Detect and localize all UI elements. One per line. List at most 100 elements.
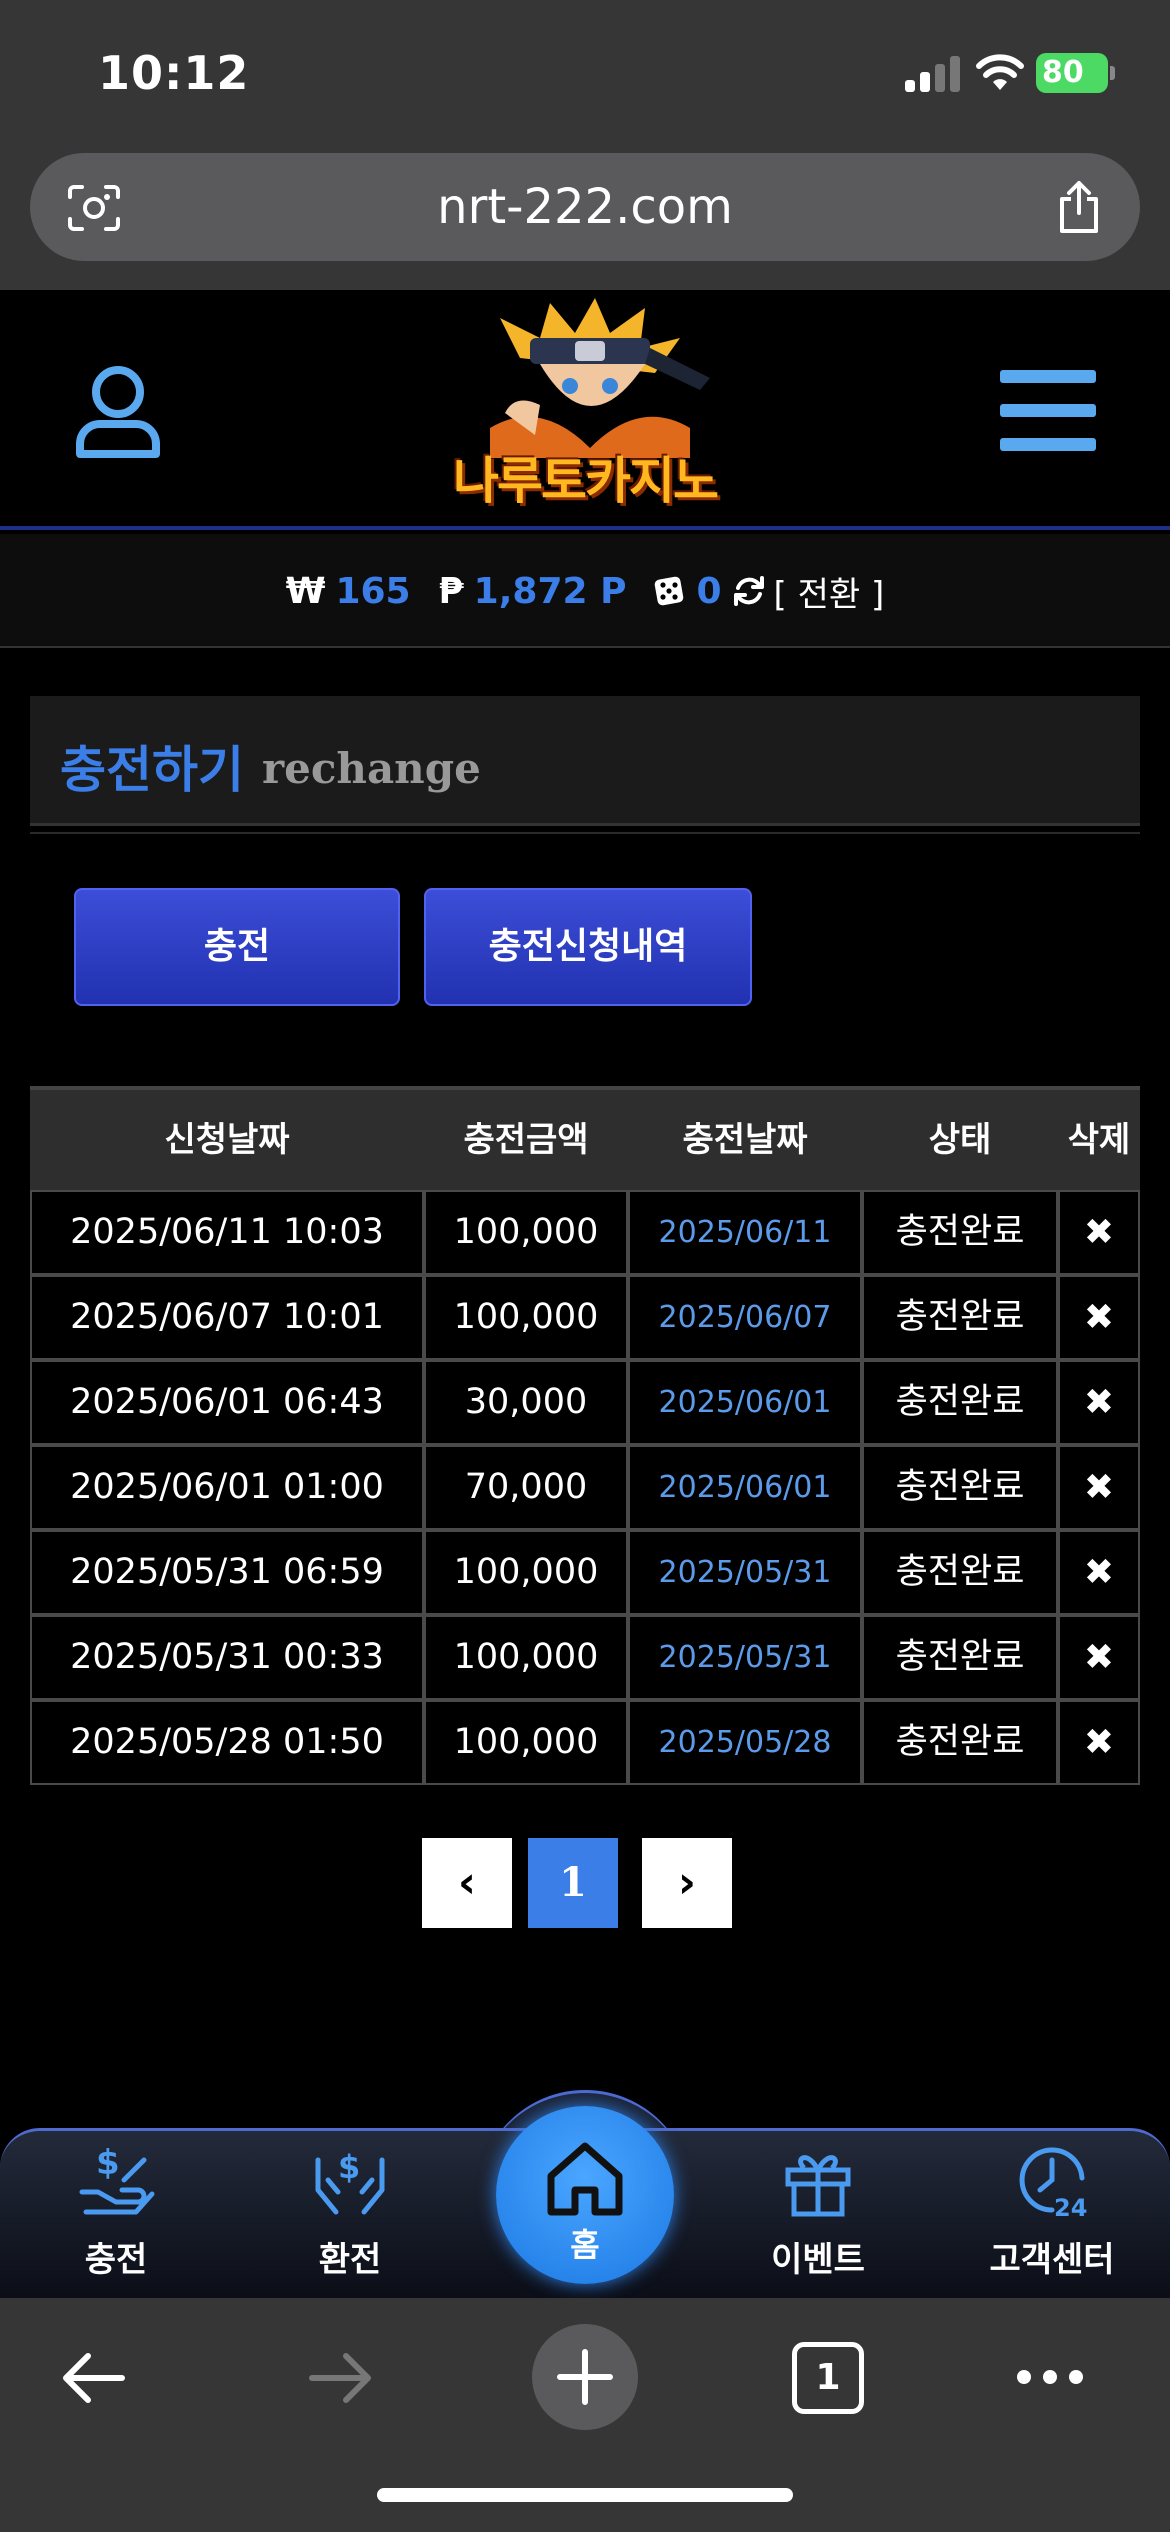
table-row: 2025/05/31 06:59 100,000 2025/05/31 충전완료… [30, 1530, 1140, 1615]
status-cell: 충전완료 [862, 1530, 1058, 1615]
page: 10:12 80 nrt-222.com 나루토카지노 ₩ 165 ₱ 1,87… [0, 0, 1170, 2532]
nav-charge[interactable]: $ 충전 [36, 2130, 196, 2300]
request-date-cell: 2025/06/07 10:01 [30, 1275, 424, 1360]
svg-text:$: $ [96, 2143, 120, 2183]
chip-balance: 0 [696, 570, 722, 612]
charge-date-cell: 2025/06/11 [628, 1190, 862, 1275]
charge-date-cell: 2025/05/31 [628, 1530, 862, 1615]
amount-cell: 100,000 [424, 1615, 628, 1700]
col-charge-date: 충전날짜 [682, 1120, 808, 1160]
cash-balance: 165 [335, 570, 411, 612]
delete-icon[interactable]: ✖ [1058, 1700, 1140, 1785]
delete-icon[interactable]: ✖ [1058, 1530, 1140, 1615]
prev-page-button[interactable]: ‹ [422, 1838, 512, 1928]
battery-level: 80 [1042, 55, 1084, 90]
request-date-cell: 2025/06/01 06:43 [30, 1360, 424, 1445]
page-subtitle: rechange [262, 744, 481, 793]
charge-date-cell: 2025/06/07 [628, 1275, 862, 1360]
charge-date-cell: 2025/05/31 [628, 1615, 862, 1700]
delete-icon[interactable]: ✖ [1058, 1445, 1140, 1530]
page-1-button[interactable]: 1 [528, 1838, 618, 1928]
nav-event-label: 이벤트 [771, 2240, 865, 2280]
charge-date-cell: 2025/05/28 [628, 1700, 862, 1785]
status-bar: 10:12 80 [0, 0, 1170, 145]
point-balance: 1,872 P [473, 570, 627, 612]
tabs-count-button[interactable]: 1 [792, 2342, 864, 2414]
nav-support-label: 고객센터 [989, 2240, 1115, 2280]
amount-cell: 100,000 [424, 1190, 628, 1275]
exchange-hands-icon: $ [315, 2148, 385, 2215]
charge-date-cell: 2025/06/01 [628, 1445, 862, 1530]
forward-arrow-icon[interactable] [302, 2340, 378, 2416]
more-icon[interactable] [1014, 2364, 1086, 2390]
site-logo[interactable]: 나루토카지노 [430, 298, 740, 523]
status-cell: 충전완료 [862, 1615, 1058, 1700]
col-amount: 충전금액 [463, 1120, 589, 1160]
col-delete: 삭제 [1067, 1120, 1131, 1160]
status-cell: 충전완료 [862, 1190, 1058, 1275]
url-text[interactable]: nrt-222.com [30, 153, 1140, 261]
col-request-date: 신청날짜 [164, 1120, 290, 1160]
amount-cell: 30,000 [424, 1360, 628, 1445]
won-icon: ₩ [285, 570, 326, 612]
request-date-cell: 2025/06/11 10:03 [30, 1190, 424, 1275]
hamburger-menu-icon[interactable] [1000, 370, 1096, 454]
table-row: 2025/06/11 10:03 100,000 2025/06/11 충전완료… [30, 1190, 1140, 1275]
wallet-bar: ₩ 165 ₱ 1,872 P 0 [ 전환 ] [0, 534, 1170, 648]
status-cell: 충전완료 [862, 1275, 1058, 1360]
amount-cell: 100,000 [424, 1275, 628, 1360]
charge-button[interactable]: 충전 [74, 888, 400, 1006]
url-bar[interactable]: nrt-222.com [30, 153, 1140, 261]
request-date-cell: 2025/05/31 06:59 [30, 1530, 424, 1615]
table-row: 2025/05/28 01:50 100,000 2025/05/28 충전완료… [30, 1700, 1140, 1785]
nav-support[interactable]: 24 고객센터 [972, 2130, 1132, 2300]
svg-text:24: 24 [1054, 2194, 1087, 2220]
status-cell: 충전완료 [862, 1445, 1058, 1530]
support-24h-icon: 24 [1019, 2147, 1087, 2222]
request-date-cell: 2025/05/31 00:33 [30, 1615, 424, 1700]
nav-charge-label: 충전 [84, 2240, 148, 2280]
user-icon[interactable] [68, 360, 168, 460]
logo-character-image [490, 298, 710, 458]
page-title: 충전하기 [60, 741, 244, 799]
nav-exchange-label: 환전 [318, 2240, 382, 2280]
pagination: ‹ 1 › [422, 1838, 732, 1928]
request-date-cell: 2025/05/28 01:50 [30, 1700, 424, 1785]
delete-icon[interactable]: ✖ [1058, 1190, 1140, 1275]
dice-icon [655, 576, 684, 606]
divider [30, 832, 1140, 834]
nav-home-label: 홈 [570, 2226, 600, 2264]
nav-home[interactable]: 홈 [496, 2106, 674, 2284]
amount-cell: 70,000 [424, 1445, 628, 1530]
table-row: 2025/05/31 00:33 100,000 2025/05/31 충전완료… [30, 1615, 1140, 1700]
table-row: 2025/06/01 01:00 70,000 2025/06/01 충전완료 … [30, 1445, 1140, 1530]
new-tab-plus-icon[interactable] [530, 2322, 640, 2432]
site-header: 나루토카지노 [0, 290, 1170, 530]
nav-exchange[interactable]: $ 환전 [270, 2130, 430, 2300]
nav-event[interactable]: 이벤트 [738, 2130, 898, 2300]
charge-date-cell: 2025/06/01 [628, 1360, 862, 1445]
cellular-signal-icon [905, 56, 961, 92]
switch-link[interactable]: [ 전환 ] [774, 567, 885, 616]
delete-icon[interactable]: ✖ [1058, 1615, 1140, 1700]
delete-icon[interactable]: ✖ [1058, 1360, 1140, 1445]
table-body: 2025/06/11 10:03 100,000 2025/06/11 충전완료… [30, 1190, 1140, 1785]
status-cell: 충전완료 [862, 1700, 1058, 1785]
delete-icon[interactable]: ✖ [1058, 1275, 1140, 1360]
next-page-button[interactable]: › [642, 1838, 732, 1928]
table-row: 2025/06/01 06:43 30,000 2025/06/01 충전완료 … [30, 1360, 1140, 1445]
refresh-icon[interactable] [732, 574, 766, 608]
home-indicator [377, 2488, 793, 2502]
share-icon[interactable] [1054, 179, 1104, 235]
svg-text:$: $ [338, 2148, 360, 2186]
status-cell: 충전완료 [862, 1360, 1058, 1445]
col-status: 상태 [928, 1120, 992, 1160]
status-time: 10:12 [98, 46, 250, 100]
table-header: 신청날짜 충전금액 충전날짜 상태 삭제 [30, 1086, 1140, 1190]
back-arrow-icon[interactable] [56, 2340, 132, 2416]
wifi-icon [976, 54, 1024, 90]
browser-url-area: nrt-222.com [0, 145, 1170, 290]
home-icon [547, 2142, 623, 2216]
charge-history-button[interactable]: 충전신청내역 [424, 888, 752, 1006]
amount-cell: 100,000 [424, 1530, 628, 1615]
